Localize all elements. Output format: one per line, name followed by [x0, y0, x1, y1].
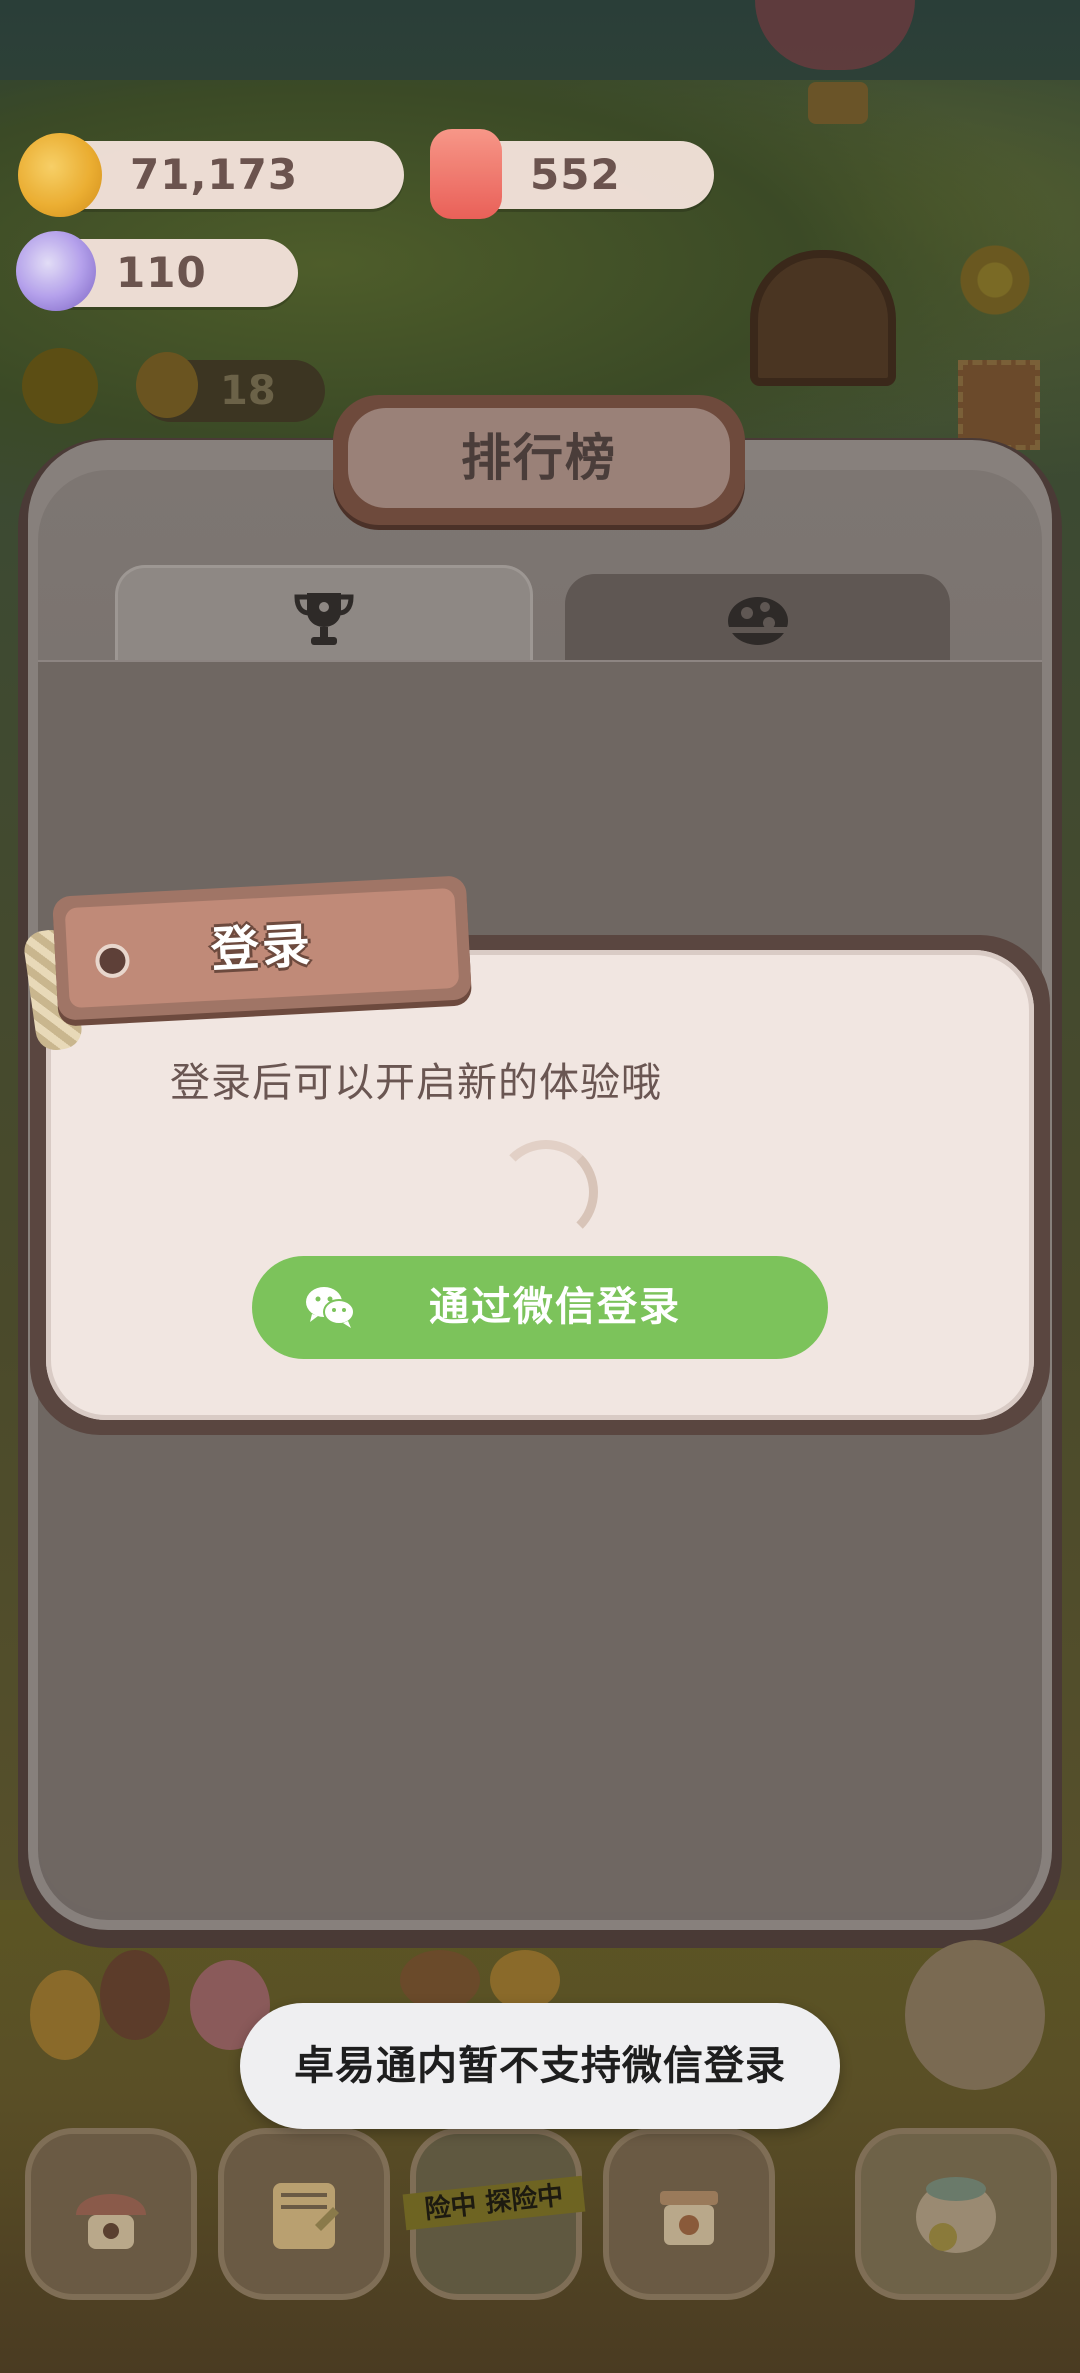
bear-icon — [136, 352, 198, 418]
leaderboard-title: 排行榜 — [461, 429, 617, 487]
treehouse-door — [750, 250, 896, 386]
bear-count: 18 — [220, 368, 276, 414]
login-title-tag: 登录 — [52, 875, 472, 1021]
settings-flower-icon — [955, 240, 1035, 320]
toast-message: 卓易通内暂不支持微信登录 — [240, 2003, 840, 2129]
hot-air-balloon — [755, 0, 915, 70]
loading-spinner — [494, 1140, 598, 1244]
globe-icon — [727, 597, 788, 645]
wechat-login-label: 通过微信登录 — [429, 1284, 681, 1330]
toast-text: 卓易通内暂不支持微信登录 — [294, 2043, 786, 2089]
notebook-icon — [273, 2183, 339, 2249]
cookie-count: 71,173 — [130, 150, 299, 199]
stamp-icon — [958, 360, 1040, 450]
nav-home-button[interactable] — [25, 2128, 197, 2300]
nav-quests-button[interactable] — [218, 2128, 390, 2300]
cookie-character — [400, 1950, 480, 2010]
tab-global[interactable] — [565, 574, 950, 664]
sun-icon — [22, 348, 98, 424]
login-message: 登录后可以开启新的体验哦 — [170, 1060, 662, 1106]
gem-count: 110 — [116, 248, 207, 297]
login-title: 登录 — [209, 917, 315, 979]
cookie-counter: 71,173 — [18, 133, 404, 217]
candy-gem-icon — [16, 231, 96, 311]
candle-counter: 552 — [430, 129, 714, 219]
shop-icon — [660, 2191, 718, 2245]
trophy-icon — [294, 593, 354, 645]
tab-ranking[interactable] — [115, 565, 533, 670]
cookie-icon — [18, 133, 102, 217]
fish-clock-icon — [916, 2177, 996, 2253]
nav-event-button[interactable] — [855, 2128, 1057, 2300]
rewards-character-button[interactable] — [905, 1940, 1045, 2090]
nav-shop-button[interactable] — [603, 2128, 775, 2300]
candle-icon — [430, 129, 502, 219]
mushroom-house-icon — [76, 2194, 146, 2249]
candle-count: 552 — [530, 150, 621, 199]
cookie-character — [490, 1950, 560, 2010]
wechat-login-button[interactable]: 通过微信登录 — [252, 1256, 828, 1359]
balloon-basket — [808, 82, 868, 124]
gem-counter: 110 — [16, 231, 298, 311]
cookie-character — [100, 1950, 170, 2040]
cookie-character — [30, 1970, 100, 2060]
